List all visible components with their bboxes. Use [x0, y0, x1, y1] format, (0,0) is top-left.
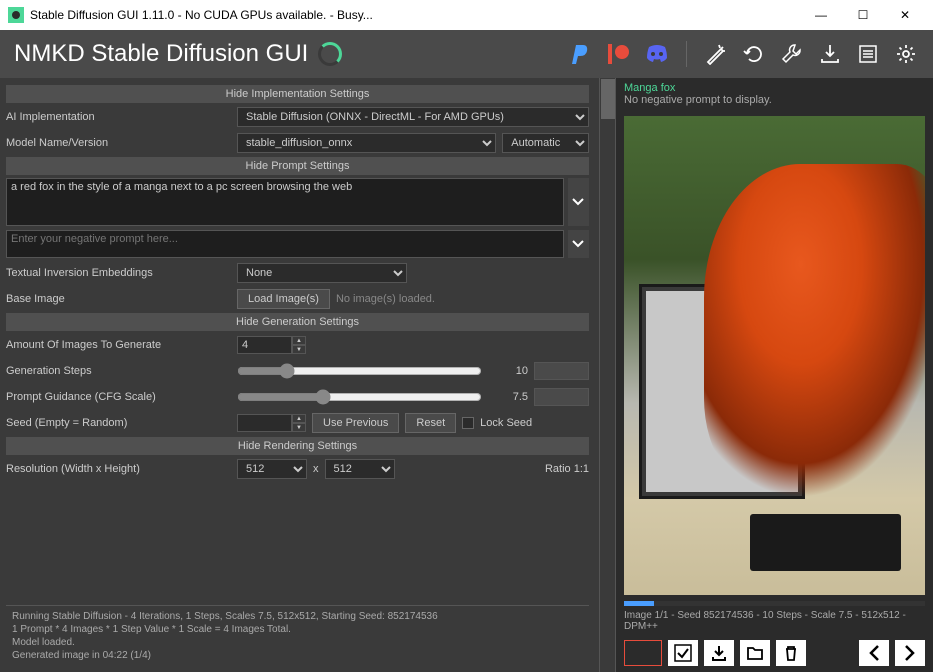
seed-down[interactable]: ▼ [292, 423, 306, 432]
prev-image-button[interactable] [859, 640, 889, 666]
lock-seed-label: Lock Seed [480, 417, 532, 429]
status-box [624, 640, 662, 666]
steps-value: 10 [488, 365, 528, 377]
cfg-label: Prompt Guidance (CFG Scale) [6, 391, 231, 403]
cfg-value: 7.5 [488, 391, 528, 403]
img-count-input[interactable] [237, 336, 292, 354]
res-x: x [313, 463, 319, 475]
progress-bar [624, 601, 925, 606]
ai-impl-select[interactable]: Stable Diffusion (ONNX - DirectML - For … [237, 107, 589, 127]
prompt-input[interactable]: a red fox in the style of a manga next t… [6, 178, 564, 226]
load-image-button[interactable]: Load Image(s) [237, 289, 330, 309]
download-icon[interactable] [817, 41, 843, 67]
steps-box[interactable] [534, 362, 589, 380]
steps-slider[interactable] [237, 363, 482, 379]
rendering-section-toggle[interactable]: Hide Rendering Settings [6, 437, 589, 455]
window-title: Stable Diffusion GUI 1.11.0 - No CUDA GP… [30, 8, 801, 22]
model-label: Model Name/Version [6, 137, 231, 149]
prompt-expand-button[interactable] [568, 178, 589, 226]
prompt-section-toggle[interactable]: Hide Prompt Settings [6, 157, 589, 175]
accept-button[interactable] [668, 640, 698, 666]
neg-prompt-input[interactable] [6, 230, 564, 258]
model-name-select[interactable]: stable_diffusion_onnx [237, 133, 496, 153]
preview-prompt-name: Manga fox [624, 82, 925, 94]
img-count-label: Amount Of Images To Generate [6, 339, 231, 351]
folder-button[interactable] [740, 640, 770, 666]
paypal-icon[interactable] [568, 41, 594, 67]
save-button[interactable] [704, 640, 734, 666]
cfg-box[interactable] [534, 388, 589, 406]
preview-neg-prompt: No negative prompt to display. [624, 94, 925, 106]
scrollbar-thumb[interactable] [601, 79, 615, 119]
app-icon [8, 7, 24, 23]
textual-inv-label: Textual Inversion Embeddings [6, 267, 231, 279]
model-mode-select[interactable]: Automatic [502, 133, 589, 153]
img-count-up[interactable]: ▲ [292, 336, 306, 345]
width-select[interactable]: 512 [237, 459, 307, 479]
wand-icon[interactable] [703, 41, 729, 67]
maximize-button[interactable]: ☐ [843, 1, 883, 29]
image-preview[interactable] [624, 116, 925, 595]
impl-section-toggle[interactable]: Hide Implementation Settings [6, 85, 589, 103]
refresh-icon[interactable] [741, 41, 767, 67]
lock-seed-checkbox[interactable] [462, 417, 474, 429]
ai-impl-label: AI Implementation [6, 111, 231, 123]
minimize-button[interactable]: ― [801, 1, 841, 29]
close-button[interactable]: ✕ [885, 1, 925, 29]
no-image-hint: No image(s) loaded. [336, 293, 435, 305]
delete-button[interactable] [776, 640, 806, 666]
app-title: NMKD Stable Diffusion GUI [14, 40, 308, 68]
seed-input[interactable] [237, 414, 292, 432]
res-label: Resolution (Width x Height) [6, 463, 231, 475]
list-icon[interactable] [855, 41, 881, 67]
wrench-icon[interactable] [779, 41, 805, 67]
spinner-icon [318, 42, 342, 66]
image-info: Image 1/1 - Seed 852174536 - 10 Steps - … [616, 608, 933, 634]
reset-seed-button[interactable]: Reset [405, 413, 456, 433]
generation-section-toggle[interactable]: Hide Generation Settings [6, 313, 589, 331]
ratio-label: Ratio 1:1 [545, 463, 589, 475]
neg-prompt-expand-button[interactable] [568, 230, 589, 258]
height-select[interactable]: 512 [325, 459, 395, 479]
next-image-button[interactable] [895, 640, 925, 666]
img-count-down[interactable]: ▼ [292, 345, 306, 354]
log-panel: Running Stable Diffusion - 4 Iterations,… [6, 605, 589, 666]
patreon-icon[interactable] [606, 41, 632, 67]
use-prev-button[interactable]: Use Previous [312, 413, 399, 433]
discord-icon[interactable] [644, 41, 670, 67]
textual-inv-select[interactable]: None [237, 263, 407, 283]
gear-icon[interactable] [893, 41, 919, 67]
steps-label: Generation Steps [6, 365, 231, 377]
seed-up[interactable]: ▲ [292, 414, 306, 423]
base-img-label: Base Image [6, 293, 231, 305]
cfg-slider[interactable] [237, 389, 482, 405]
seed-label: Seed (Empty = Random) [6, 417, 231, 429]
